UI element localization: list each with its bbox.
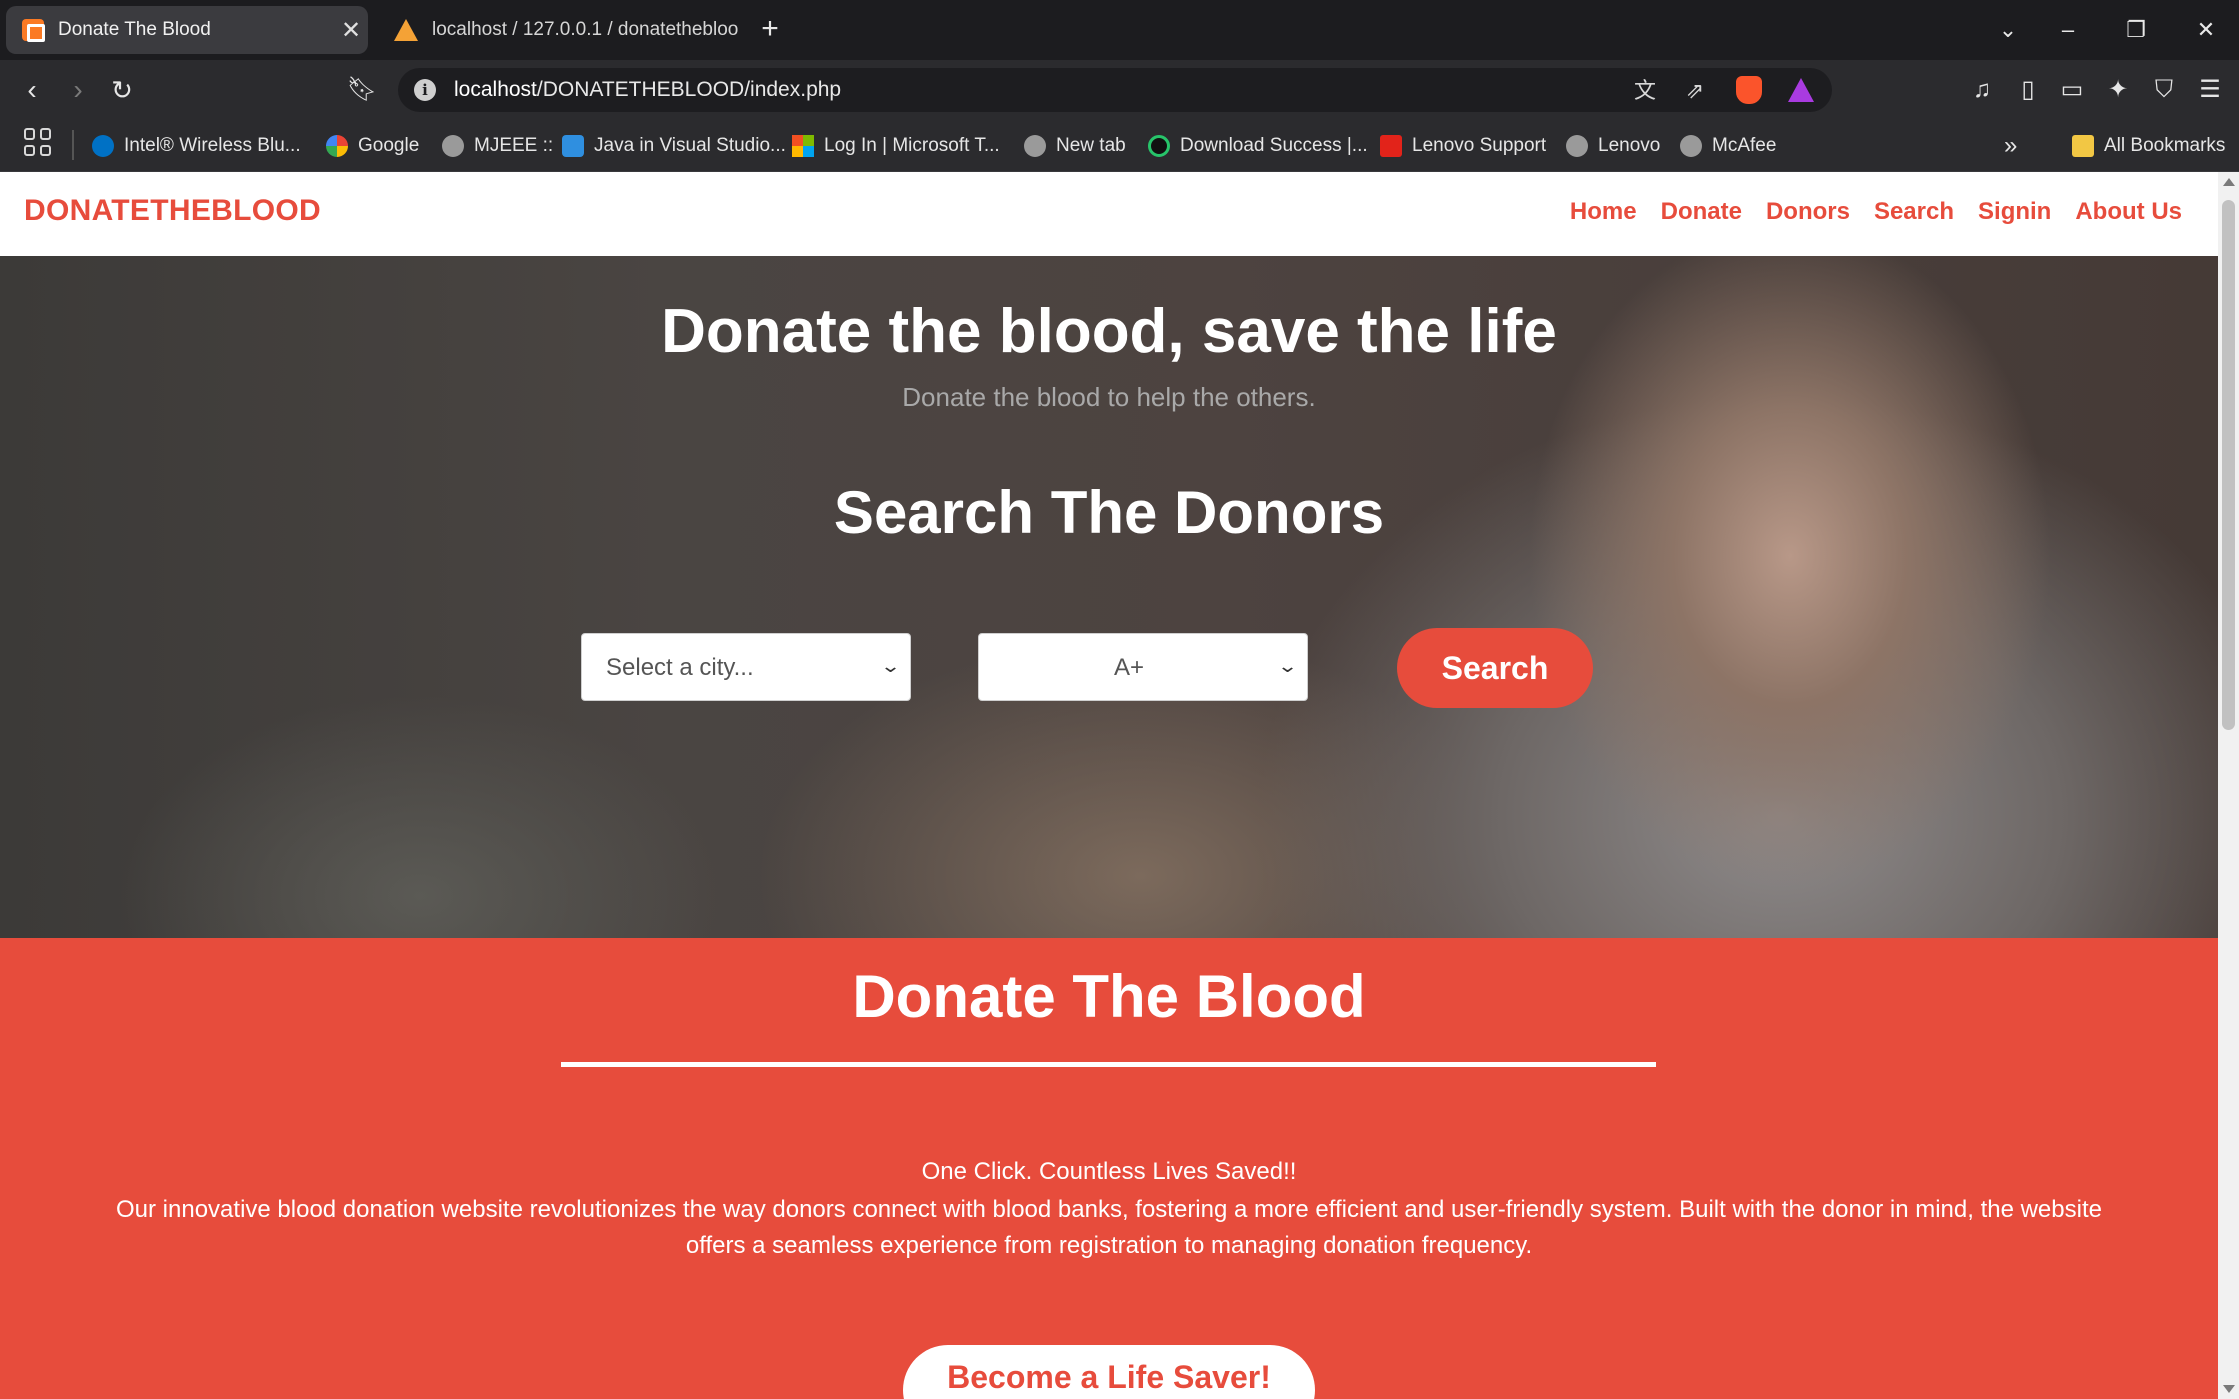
blood-group-select-value: A+	[1113, 654, 1145, 681]
globe-icon	[1566, 135, 1588, 157]
reload-icon[interactable]: ↻	[104, 72, 140, 108]
forward-arrow-icon[interactable]: ›	[60, 72, 96, 108]
scroll-up-arrow-icon[interactable]	[2223, 178, 2235, 186]
chevron-down-icon: ⌄	[879, 656, 902, 676]
globe-icon	[1024, 135, 1046, 157]
web-page: DONATETHEBLOOD Home Donate Donors Search…	[0, 172, 2218, 1399]
restore-icon[interactable]: ❐	[2116, 12, 2156, 48]
blood-group-select[interactable]: A+ ⌄	[978, 633, 1308, 701]
vscode-icon	[562, 135, 584, 157]
nav-donors[interactable]: Donors	[1766, 198, 1850, 226]
tab-title: localhost / 127.0.0.1 / donatethebloo	[432, 19, 739, 40]
tab-bar: Donate The Blood ✕ localhost / 127.0.0.1…	[0, 0, 2239, 60]
section-description: Our innovative blood donation website re…	[116, 1196, 2102, 1259]
url-text: localhost/DONATETHEBLOOD/index.php	[454, 78, 842, 101]
bookmark-lenovo-support[interactable]: Lenovo Support	[1380, 130, 1546, 162]
tab-title: Donate The Blood	[58, 19, 211, 40]
donate-section-title: Donate The Blood	[852, 963, 1366, 1030]
xampp-favicon-icon	[22, 19, 45, 42]
google-icon	[326, 135, 348, 157]
scrollbar-thumb[interactable]	[2222, 200, 2235, 730]
site-menu: Home Donate Donors Search Signin About U…	[1570, 198, 2182, 226]
site-info-icon[interactable]: i	[414, 79, 436, 101]
site-brand[interactable]: DONATETHEBLOOD	[24, 194, 321, 228]
scroll-down-arrow-icon[interactable]	[2223, 1385, 2235, 1393]
vpn-icon[interactable]: ⛉	[2148, 74, 2180, 106]
nav-home[interactable]: Home	[1570, 198, 1637, 226]
leo-ai-icon[interactable]: ✦	[2102, 74, 2134, 106]
lenovo-icon	[1380, 135, 1402, 157]
bookmark-mcafee[interactable]: McAfee	[1680, 130, 1776, 162]
globe-icon	[442, 135, 464, 157]
bookmark-microsoft-login[interactable]: Log In | Microsoft T...	[792, 130, 1000, 162]
minimize-icon[interactable]: –	[2048, 12, 2088, 48]
back-arrow-icon[interactable]: ‹	[14, 72, 50, 108]
bookmark-new-tab[interactable]: New tab	[1024, 130, 1126, 162]
media-icon[interactable]: ♫	[1966, 74, 1998, 106]
bookmarks-bar: Intel® Wireless Blu... Google MJEEE :: J…	[0, 120, 2239, 172]
phpmyadmin-favicon-icon	[394, 19, 418, 41]
close-tab-icon[interactable]: ✕	[334, 16, 368, 45]
site-navbar: DONATETHEBLOOD Home Donate Donors Search…	[0, 172, 2218, 256]
tab-donate-the-blood[interactable]: Donate The Blood ✕	[6, 6, 368, 54]
close-window-icon[interactable]: ✕	[2186, 12, 2226, 48]
page-scrollbar[interactable]	[2218, 172, 2239, 1399]
apps-grid-icon[interactable]	[24, 128, 52, 156]
bookmark-lenovo[interactable]: Lenovo	[1566, 130, 1660, 162]
bookmark-google[interactable]: Google	[326, 130, 419, 162]
new-tab-plus-icon[interactable]: +	[752, 12, 788, 48]
tagline: One Click. Countless Lives Saved!!	[921, 1158, 1297, 1185]
search-donors-title: Search The Donors	[833, 479, 1385, 546]
hero-title: Donate the blood, save the life	[661, 297, 1557, 366]
intel-icon	[92, 135, 114, 157]
wallet-icon[interactable]: ▭	[2056, 74, 2088, 106]
bookmark-mjeee[interactable]: MJEEE ::	[442, 130, 553, 162]
brave-rewards-icon[interactable]	[1788, 78, 1814, 102]
hero-subtitle: Donate the blood to help the others.	[902, 382, 1316, 412]
bookmark-vscode-java[interactable]: Java in Visual Studio...	[562, 130, 786, 162]
city-select-value: Select a city...	[606, 654, 754, 681]
tab-search-chevron-icon[interactable]: ⌄	[1988, 12, 2028, 48]
city-select[interactable]: Select a city... ⌄	[581, 633, 911, 701]
bookmark-intel[interactable]: Intel® Wireless Blu...	[92, 130, 301, 162]
tab-phpmyadmin[interactable]: localhost / 127.0.0.1 / donatethebloo	[378, 6, 740, 54]
brave-shields-icon[interactable]	[1736, 76, 1762, 104]
menu-hamburger-icon[interactable]: ☰	[2194, 74, 2226, 106]
bookmarks-divider	[72, 130, 74, 160]
nav-about-us[interactable]: About Us	[2075, 198, 2182, 226]
globe-icon	[1680, 135, 1702, 157]
bookmark-download-success[interactable]: Download Success |...	[1148, 130, 1368, 162]
more-bookmarks-chevron-icon[interactable]: »	[2004, 130, 2017, 162]
bookmark-icon[interactable]: 🔖︎	[344, 72, 380, 108]
search-button[interactable]: Search	[1397, 628, 1593, 708]
become-life-saver-button[interactable]: Become a Life Saver!	[903, 1345, 1315, 1399]
address-bar[interactable]: i localhost/DONATETHEBLOOD/index.php 文 ⇗	[398, 68, 1832, 112]
translate-icon[interactable]: 文	[1632, 78, 1658, 104]
chevron-down-icon: ⌄	[1276, 656, 1299, 676]
all-bookmarks-folder[interactable]: All Bookmarks	[2072, 130, 2225, 162]
share-icon[interactable]: ⇗	[1682, 78, 1708, 104]
nav-signin[interactable]: Signin	[1978, 198, 2051, 226]
nav-search[interactable]: Search	[1874, 198, 1954, 226]
browser-window: Donate The Blood ✕ localhost / 127.0.0.1…	[0, 0, 2239, 1399]
hero-section: Donate the blood, save the life Donate t…	[0, 256, 2218, 938]
section-divider	[561, 1062, 1656, 1067]
nav-donate[interactable]: Donate	[1661, 198, 1742, 226]
sidebar-icon[interactable]: ▯	[2012, 74, 2044, 106]
folder-icon	[2072, 135, 2094, 157]
microsoft-icon	[792, 135, 814, 157]
download-success-icon	[1148, 135, 1170, 157]
